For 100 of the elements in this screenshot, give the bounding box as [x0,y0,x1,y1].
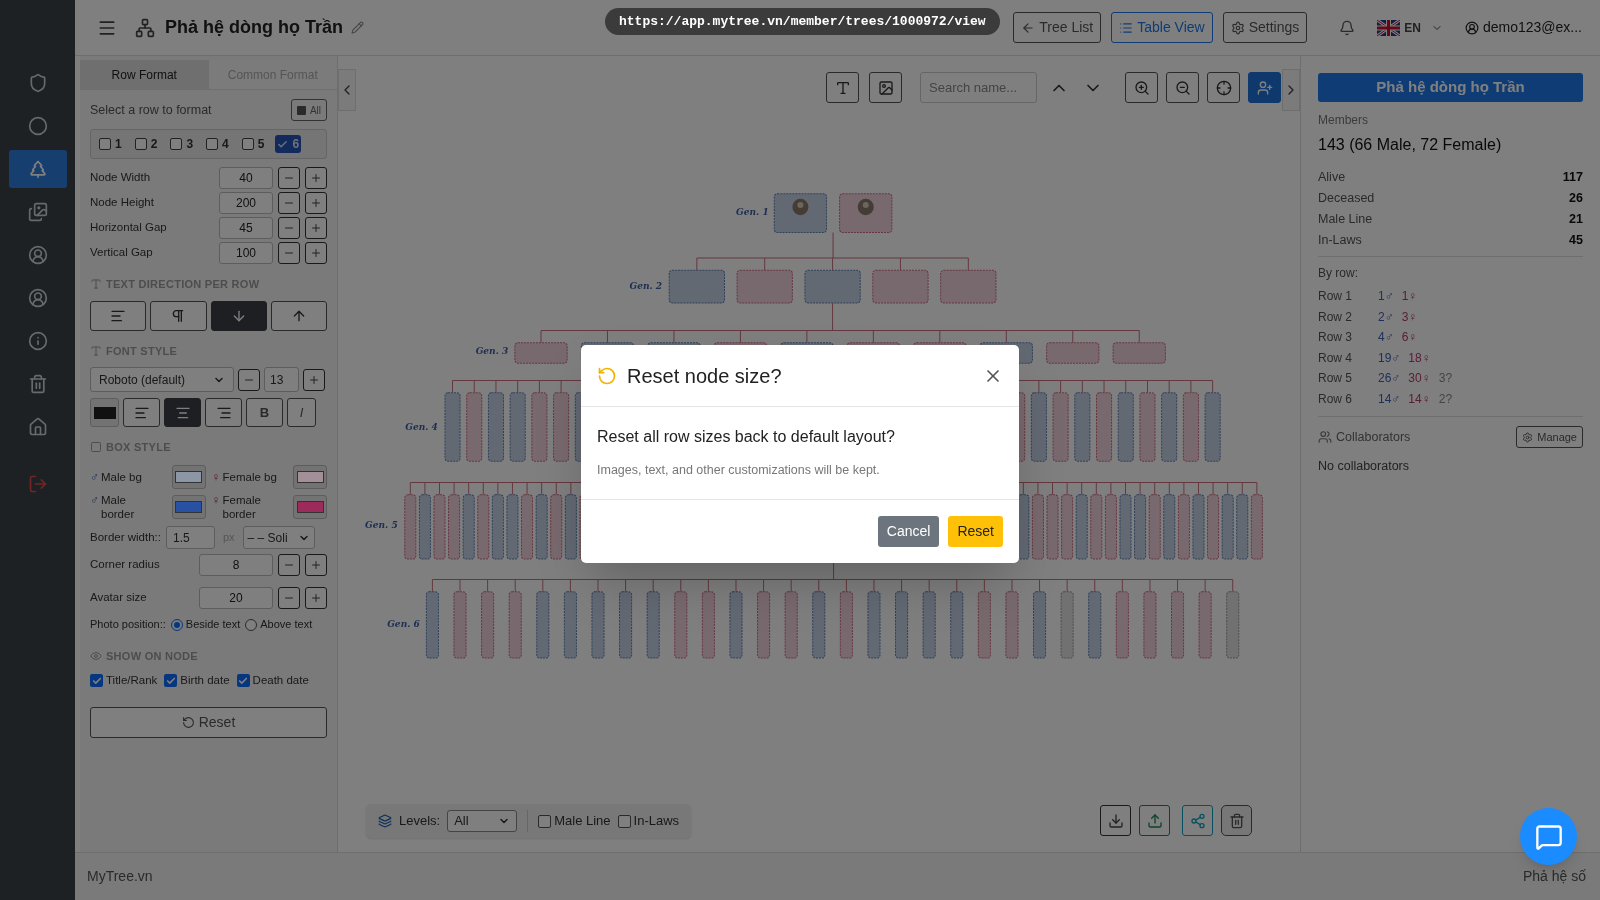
female-count: 30♀ [1408,370,1431,388]
search-field[interactable]: Search name... [920,72,1037,103]
male-count: 14♂ [1378,390,1401,408]
empty-message: No collaborators [1318,458,1410,475]
field-label: Female border [222,492,262,521]
dialog-title: Reset node size? [627,363,782,389]
page-title: Phả hệ dòng họ Trần [165,16,343,39]
font-select[interactable]: Roboto (default) [90,367,234,392]
stat-label: Male Line [1318,211,1373,229]
generation-label: Gen. 2 [629,279,663,291]
field-label: Male border [101,492,136,521]
checkbox-label: Death date [252,673,309,688]
font-size-field[interactable]: 13 [264,367,299,392]
number-field[interactable]: 200 [219,192,273,214]
generation-label: Gen. 4 [405,420,438,432]
border-width-field[interactable]: 1.5 [165,526,215,549]
header-button[interactable]: Settings [1222,12,1308,43]
levels-label: Levels: [399,812,441,831]
bold-button[interactable]: B [246,398,283,427]
header-button[interactable]: Table View [1111,12,1213,43]
row-label: Row 1 [1318,288,1353,306]
field-label: Node Height [90,195,154,211]
number-field[interactable]: 40 [219,167,273,189]
number-field[interactable]: 45 [219,217,273,239]
url-tooltip: https://app.mytree.vn/member/trees/1000972/view [605,8,1000,35]
row-label: Row 5 [1318,370,1353,388]
female-symbol-icon: ♀ [211,492,221,507]
tree-title-button[interactable]: Phả hệ dòng họ Trần [1318,73,1583,102]
stat-value: 45 [1569,232,1583,250]
stat-label: Deceased [1318,190,1375,208]
stat-label: Alive [1318,169,1346,187]
female-count: 6♀ [1401,329,1418,347]
field-label: Avatar size [90,589,147,605]
field-label: Corner radius [90,556,160,572]
row-checkbox[interactable]: 5 [239,135,267,153]
panel-tab[interactable]: Row Format [80,60,209,90]
radio-label: Beside text [185,617,241,633]
row-checkbox[interactable]: 2 [132,135,160,153]
footer-brand: MyTree.vn [87,867,153,886]
male-symbol-icon: ♂ [90,492,99,507]
generation-label: Gen. 1 [736,206,769,218]
checkbox-label: Title/Rank [106,673,158,688]
row-label: Row 3 [1318,329,1353,347]
members-label: Members [1318,112,1369,129]
male-count: 4♂ [1378,329,1394,347]
select-all-button[interactable]: All [290,99,327,121]
row-checkbox[interactable]: 3 [168,135,196,153]
field-label: Male bg [101,469,142,484]
stat-value: 21 [1569,211,1583,229]
border-style-select[interactable]: – – Soli [242,526,315,549]
checkbox-label: In-Laws [633,812,680,831]
italic-button[interactable]: I [287,398,316,427]
row-checkbox[interactable]: 1 [97,135,124,153]
male-count: 1♂ [1378,288,1394,306]
row-checkbox[interactable]: 6 [275,135,302,153]
panel-label: Select a row to format [90,101,212,119]
generation-label: Gen. 6 [387,618,420,630]
dialog-message: Reset all row sizes back to default layout? [597,427,896,447]
checkbox-label: Male Line [554,812,611,831]
number-field[interactable]: 8 [199,553,273,576]
dialog-note: Images, text, and other customizations will be kept. [597,462,881,479]
field-label: Female bg [222,469,277,484]
field-label: Border width:: [90,529,161,545]
generation-label: Gen. 3 [475,344,509,356]
field-label: Vertical Gap [90,245,153,261]
radio-label: Above text [260,617,313,633]
female-count: 14♀ [1408,390,1431,408]
female-symbol-icon: ♀ [211,469,221,484]
collaborators-label: Collaborators [1336,428,1411,446]
by-row-label: By row: [1318,265,1359,282]
unknown-count: 3? [1438,370,1453,388]
members-count: 143 (66 Male, 72 Female) [1318,135,1503,155]
checkbox-label: Birth date [180,673,230,688]
cancel-button[interactable]: Cancel [877,515,940,547]
female-count: 3♀ [1401,308,1418,326]
language-selector[interactable]: EN [1377,18,1443,37]
stat-label: In-Laws [1318,232,1362,250]
row-checkbox[interactable]: 4 [204,135,231,153]
row-label: Row 4 [1318,349,1353,367]
stat-value: 26 [1569,190,1583,208]
field-label: Photo position:: [90,617,166,633]
reset-button[interactable]: Reset [90,707,327,739]
reset-button[interactable]: Reset [948,515,1003,547]
male-count: 2♂ [1378,308,1394,326]
number-field[interactable]: 100 [219,242,273,264]
male-count: 26♂ [1378,370,1401,388]
row-label: Row 2 [1318,308,1353,326]
unknown-count: 2? [1438,390,1453,408]
header-button[interactable]: Tree List [1013,12,1102,43]
field-label: Node Width [90,170,151,186]
male-count: 19♂ [1378,349,1401,367]
female-count: 18♀ [1408,349,1431,367]
female-count: 1♀ [1401,288,1418,306]
row-label: Row 6 [1318,390,1353,408]
levels-select[interactable]: All [447,810,518,832]
footer-text: Phả hệ số [1522,867,1586,886]
number-field[interactable]: 20 [199,586,273,609]
user-menu[interactable]: demo123@ex... [1464,17,1582,38]
generation-label: Gen. 5 [365,519,398,531]
manage-button[interactable]: Manage [1516,426,1583,448]
